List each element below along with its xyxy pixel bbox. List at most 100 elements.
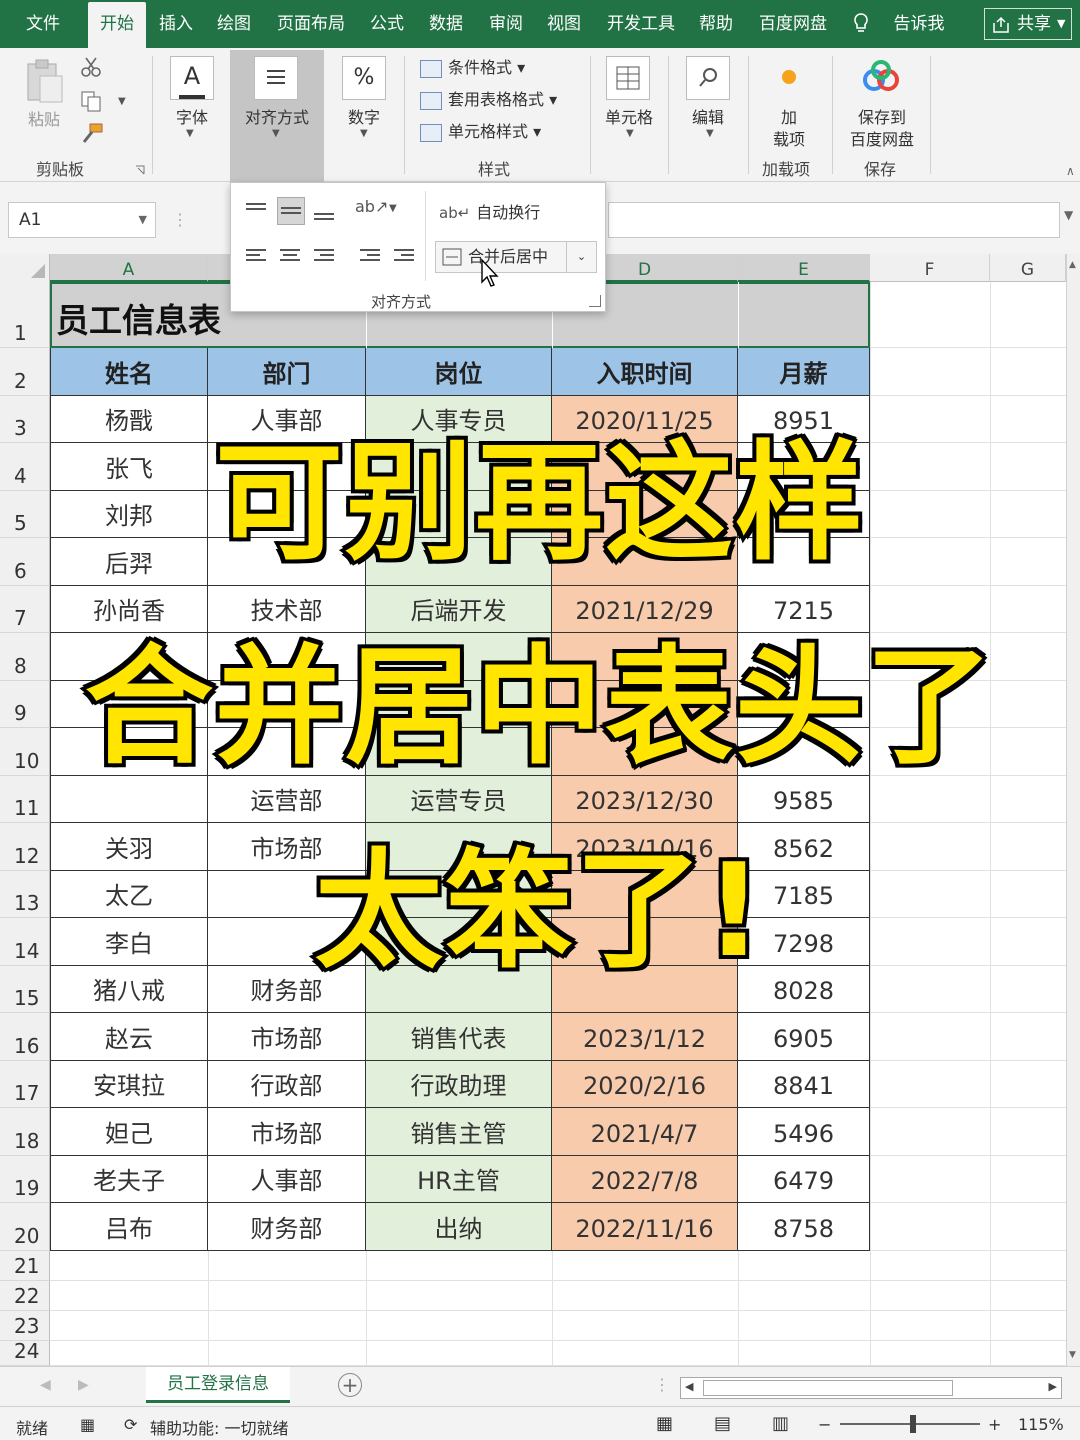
tab-developer[interactable]: 开发工具 (600, 0, 682, 48)
scroll-left-icon[interactable]: ◀ (685, 1380, 693, 1393)
sheet-tab-active[interactable]: 员工登录信息 (146, 1367, 290, 1403)
collapse-ribbon-icon[interactable]: ∧ (1066, 164, 1075, 178)
table-cell[interactable]: 行政部 (208, 1061, 366, 1108)
tab-formulas[interactable]: 公式 (362, 0, 412, 48)
column-header-e[interactable]: E (738, 254, 870, 282)
page-layout-view-icon[interactable]: ▤ (714, 1413, 731, 1434)
row-header[interactable]: 11 (0, 776, 50, 823)
cells-label[interactable]: 单元格 (598, 104, 660, 128)
baidu-netdisk-icon[interactable] (860, 60, 902, 94)
align-center-icon[interactable] (277, 243, 305, 271)
table-cell[interactable]: 2023/12/30 (552, 776, 738, 823)
search-icon[interactable] (686, 56, 730, 100)
edit-label[interactable]: 编辑 (680, 104, 736, 128)
row-header[interactable]: 10 (0, 728, 50, 776)
zoom-out-icon[interactable]: − (818, 1415, 831, 1434)
chevron-down-icon[interactable]: ⌄ (566, 242, 596, 272)
row-header[interactable]: 3 (0, 396, 50, 443)
row-header[interactable]: 24 (0, 1339, 50, 1366)
tab-draw[interactable]: 绘图 (208, 0, 260, 48)
worksheet-grid[interactable]: A B C D E F G 12345678910111213141516171… (0, 254, 1080, 1366)
row-header[interactable]: 22 (0, 1281, 50, 1311)
table-cell[interactable]: 出纳 (366, 1203, 552, 1251)
chevron-down-icon[interactable]: ▼ (360, 128, 368, 139)
row-header[interactable]: 23 (0, 1311, 50, 1341)
table-cell[interactable]: 孙尚香 (50, 586, 208, 633)
tab-file[interactable]: 文件 (8, 0, 78, 48)
table-cell[interactable]: 刘邦 (50, 491, 208, 538)
align-left-icon[interactable] (243, 243, 271, 271)
table-header-cell[interactable]: 月薪 (738, 348, 870, 396)
align-top-icon[interactable] (243, 197, 271, 225)
align-middle-icon[interactable] (277, 197, 305, 225)
scroll-down-icon[interactable]: ▼ (1069, 1350, 1076, 1360)
dialog-launcher-icon[interactable] (589, 295, 601, 307)
chevron-down-icon[interactable]: ▼ (186, 128, 194, 139)
row-header[interactable]: 18 (0, 1108, 50, 1156)
row-header[interactable]: 6 (0, 538, 50, 586)
chevron-down-icon[interactable]: ▼ (389, 203, 397, 214)
table-cell[interactable]: 2021/12/29 (552, 586, 738, 633)
cut-icon[interactable] (80, 56, 102, 78)
lightbulb-icon[interactable] (852, 12, 870, 36)
table-cell[interactable]: 运营专员 (366, 776, 552, 823)
orientation-icon[interactable]: ab↗ (355, 197, 388, 225)
table-cell[interactable]: 8841 (738, 1061, 870, 1108)
table-header-cell[interactable]: 入职时间 (552, 348, 738, 396)
select-all-button[interactable] (0, 254, 50, 282)
row-header[interactable]: 9 (0, 681, 50, 728)
formula-input[interactable] (608, 202, 1060, 238)
table-header-cell[interactable]: 部门 (208, 348, 366, 396)
table-cell[interactable]: 5496 (738, 1108, 870, 1156)
share-button[interactable]: 共享 ▼ (984, 8, 1072, 40)
table-cell[interactable]: 市场部 (208, 1108, 366, 1156)
expand-formula-bar-icon[interactable]: ▼ (1064, 208, 1073, 222)
normal-view-icon[interactable]: ▦ (656, 1413, 673, 1434)
sheet-title[interactable]: 员工信息表 (56, 294, 221, 342)
table-cell[interactable]: 2022/11/16 (552, 1203, 738, 1251)
add-sheet-icon[interactable]: + (338, 1373, 362, 1397)
table-cell[interactable]: 安琪拉 (50, 1061, 208, 1108)
table-cell[interactable]: 7215 (738, 586, 870, 633)
save-baidu-label-2[interactable]: 百度网盘 (844, 126, 920, 150)
column-header-a[interactable]: A (50, 254, 208, 282)
align-bottom-icon[interactable] (311, 197, 339, 225)
dialog-launcher-icon[interactable] (134, 164, 146, 176)
chevron-down-icon[interactable]: ▼ (706, 128, 714, 139)
name-box[interactable]: A1 ▼ (8, 202, 156, 238)
row-header[interactable]: 7 (0, 586, 50, 633)
table-cell[interactable]: 2022/7/8 (552, 1156, 738, 1203)
tab-help[interactable]: 帮助 (690, 0, 742, 48)
table-cell[interactable]: 2023/1/12 (552, 1013, 738, 1061)
scroll-right-icon[interactable]: ▶ (1049, 1380, 1057, 1393)
table-cell[interactable]: HR主管 (366, 1156, 552, 1203)
table-cell[interactable]: 运营部 (208, 776, 366, 823)
table-cell[interactable]: 张飞 (50, 443, 208, 491)
wrap-text-button[interactable]: ab↵ 自动换行 (439, 199, 540, 223)
prev-sheet-icon[interactable]: ◀ (40, 1377, 51, 1393)
table-cell[interactable] (50, 776, 208, 823)
increase-indent-icon[interactable] (391, 243, 419, 271)
table-cell[interactable]: 6479 (738, 1156, 870, 1203)
column-header-g[interactable]: G (990, 254, 1066, 282)
chevron-down-icon[interactable]: ▼ (139, 203, 147, 237)
table-cell[interactable]: 行政助理 (366, 1061, 552, 1108)
row-header[interactable]: 4 (0, 443, 50, 491)
number-label[interactable]: 数字 (336, 104, 392, 128)
row-header[interactable]: 13 (0, 871, 50, 918)
table-cell[interactable]: 人事部 (208, 1156, 366, 1203)
tab-baidu-netdisk[interactable]: 百度网盘 (750, 0, 836, 48)
tab-view[interactable]: 视图 (538, 0, 590, 48)
zoom-level[interactable]: 115% (1018, 1415, 1064, 1434)
row-header[interactable]: 19 (0, 1156, 50, 1203)
addins-label-2[interactable]: 载项 (766, 126, 812, 150)
table-cell[interactable]: 杨戬 (50, 396, 208, 443)
row-header[interactable]: 15 (0, 966, 50, 1013)
row-header[interactable]: 8 (0, 633, 50, 681)
table-format-button[interactable]: 套用表格格式 ▾ (420, 88, 557, 112)
zoom-in-icon[interactable]: + (988, 1415, 1001, 1434)
table-cell[interactable]: 2020/2/16 (552, 1061, 738, 1108)
tab-home[interactable]: 开始 (88, 2, 146, 48)
accessibility-icon[interactable]: ⟳ (124, 1415, 137, 1434)
addins-icon[interactable] (778, 66, 800, 88)
